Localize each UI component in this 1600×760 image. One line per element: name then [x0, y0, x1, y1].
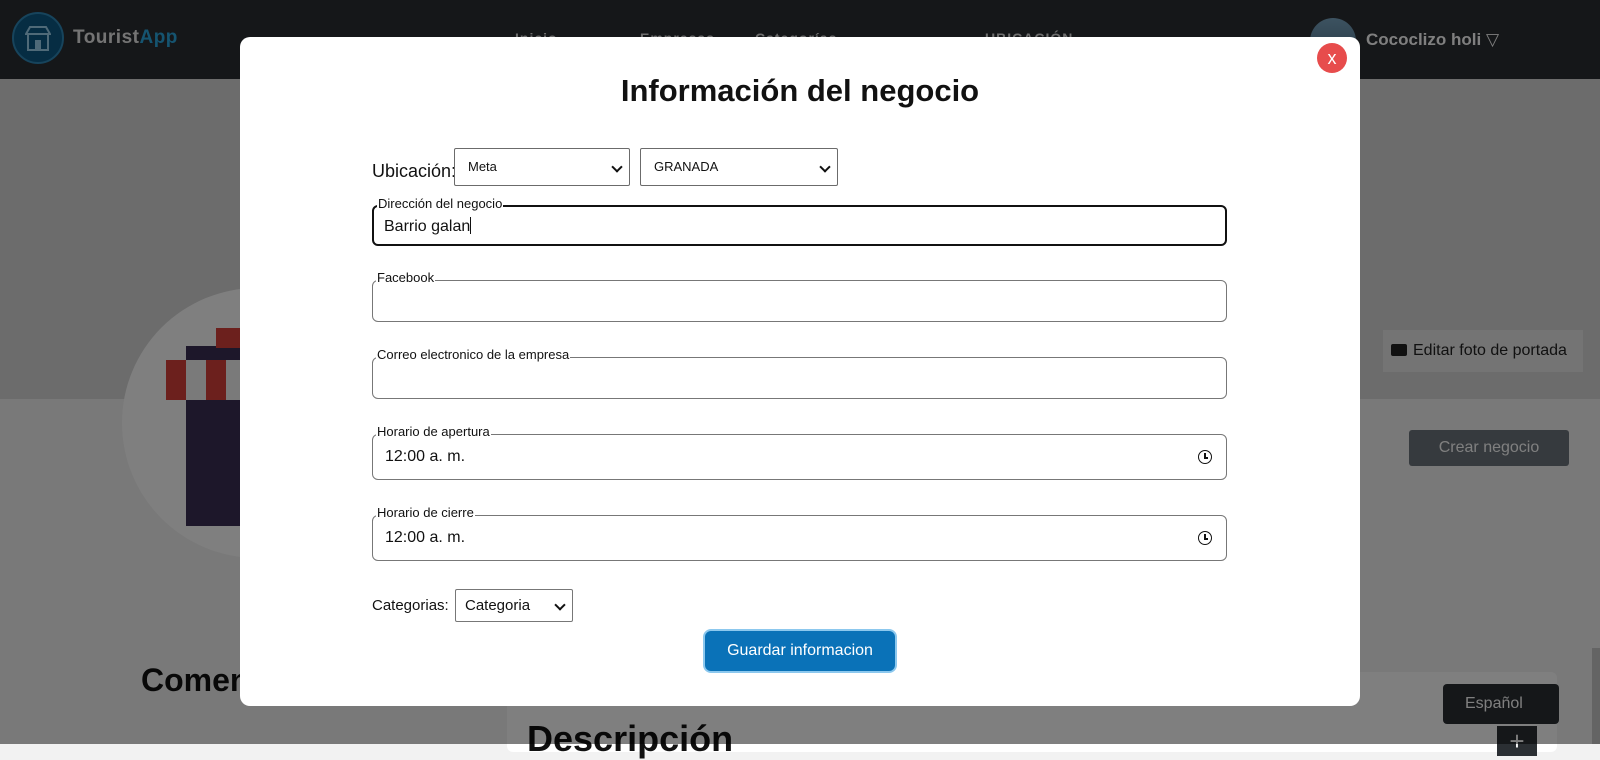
department-select[interactable]: Meta	[454, 148, 630, 186]
address-legend: Dirección del negocio	[377, 196, 504, 211]
facebook-legend: Facebook	[376, 270, 436, 285]
closing-time-value: 12:00 a. m.	[385, 529, 466, 546]
email-field[interactable]: Correo electronico de la empresa	[372, 348, 1227, 399]
chevron-down-icon	[611, 161, 623, 173]
chevron-down-icon	[819, 161, 831, 173]
category-select[interactable]: Categoria	[455, 589, 573, 622]
clock-icon[interactable]	[1198, 450, 1212, 464]
save-info-button[interactable]: Guardar informacion	[705, 631, 895, 671]
categories-label: Categorias:	[372, 597, 449, 614]
close-button[interactable]: x	[1317, 43, 1347, 73]
facebook-field[interactable]: Facebook	[372, 271, 1227, 322]
opening-time-field[interactable]: Horario de apertura 12:00 a. m.	[372, 425, 1227, 480]
email-legend: Correo electronico de la empresa	[376, 347, 571, 362]
closing-time-legend: Horario de cierre	[376, 505, 475, 520]
opening-time-legend: Horario de apertura	[376, 424, 491, 439]
category-value: Categoria	[465, 597, 531, 614]
address-value: Barrio galan	[384, 218, 471, 235]
address-field[interactable]: Dirección del negocio Barrio galan	[372, 197, 1227, 246]
chevron-down-icon	[554, 599, 566, 611]
city-value: GRANADA	[654, 159, 719, 174]
clock-icon[interactable]	[1198, 531, 1212, 545]
business-info-modal: x Información del negocio Ubicación: Met…	[240, 37, 1360, 706]
text-caret	[470, 217, 472, 234]
opening-time-value: 12:00 a. m.	[385, 448, 466, 465]
city-select[interactable]: GRANADA	[640, 148, 838, 186]
closing-time-field[interactable]: Horario de cierre 12:00 a. m.	[372, 506, 1227, 561]
department-value: Meta	[468, 159, 497, 174]
location-label: Ubicación:	[372, 161, 457, 181]
modal-title: Información del negocio	[620, 73, 980, 108]
